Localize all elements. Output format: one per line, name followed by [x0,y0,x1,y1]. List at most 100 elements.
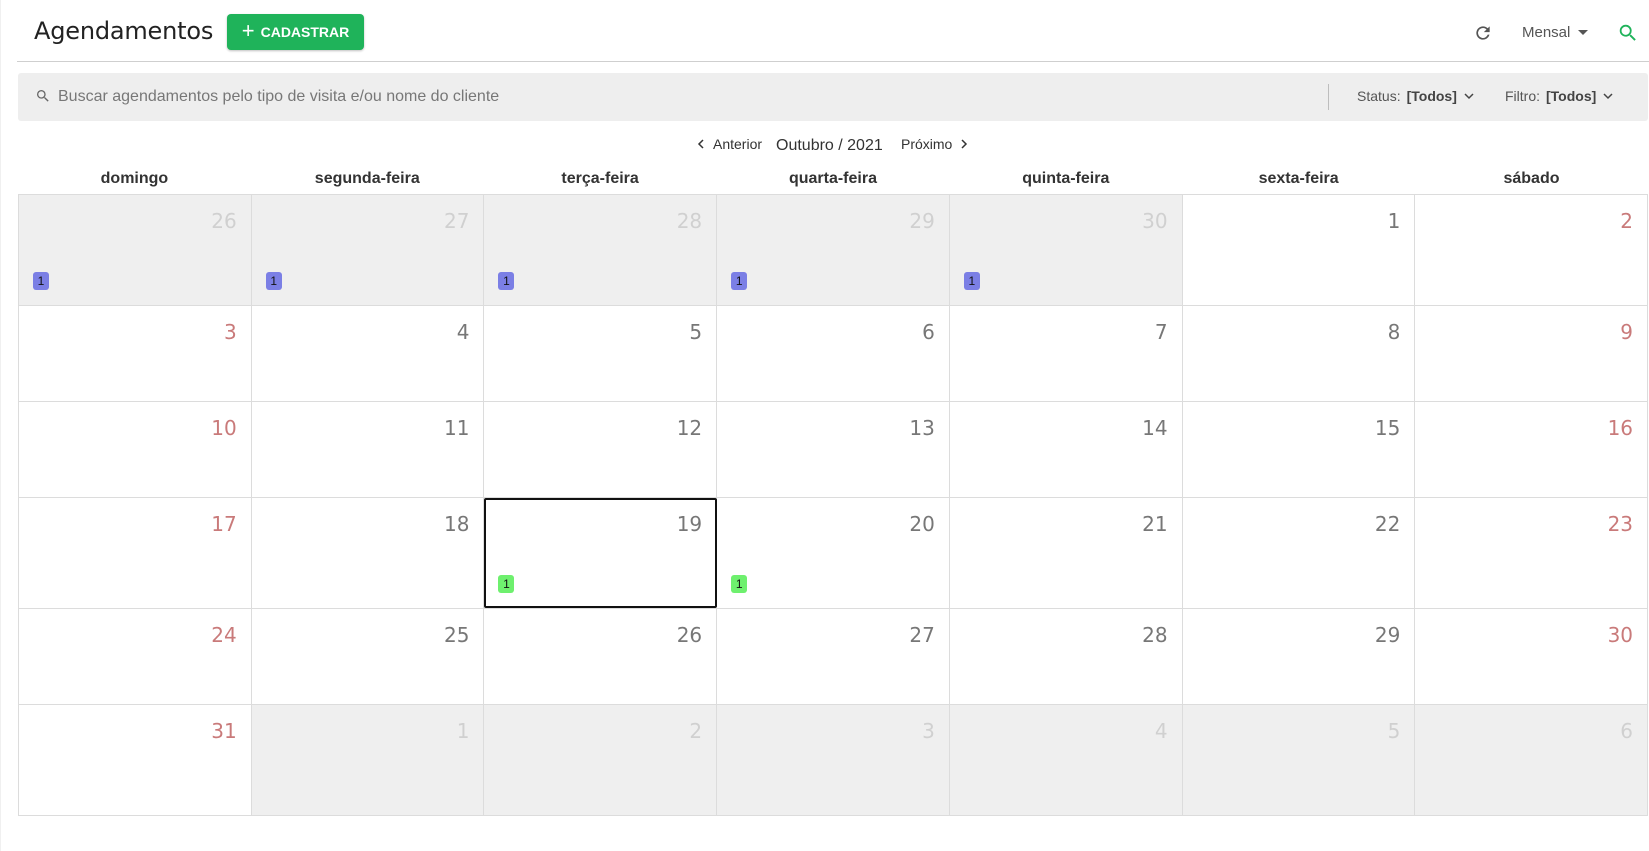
weekday-header: sexta-feira [1258,170,1339,187]
calendar-day-cell[interactable]: 18 [251,498,485,608]
month-calendar: domingo segunda-feira terça-feira quarta-fe… [18,168,1649,816]
calendar-day-cell[interactable]: 5 [484,306,718,401]
search-icon [1619,24,1636,41]
view-mode-select[interactable]: Mensal [1522,22,1589,42]
day-number: 28 [676,209,703,233]
calendar-day-cell[interactable]: 29 [1182,609,1416,704]
add-button-label: CADASTRAR [260,24,350,40]
filter-dropdown[interactable]: Filtro: [Todos] [1505,88,1614,104]
calendar-day-cell[interactable]: 13 [717,402,950,497]
next-month-label: Próximo [901,136,953,152]
day-number: 26 [676,623,703,647]
appointment-count-badge[interactable]: 1 [731,272,748,290]
search-input[interactable] [58,85,1308,109]
search-bar: Status: [Todos] Filtro: [Todos] [18,73,1648,121]
calendar-day-cell[interactable]: 7 [949,306,1183,401]
calendar-day-cell-today[interactable]: 19 1 [484,498,718,608]
calendar-day-cell[interactable]: 12 [484,402,718,497]
filter-label: Filtro: [1505,88,1540,104]
appointment-count-badge[interactable]: 1 [33,272,49,290]
status-filter-dropdown[interactable]: Status: [Todos] [1357,88,1475,104]
day-number: 3 [922,719,935,743]
calendar-grid: 26 1 27 1 28 1 29 1 30 1 1 2 3 4 5 6 7 8 9 10 11 12 13 14 15 16 17… [18,194,1649,816]
day-number: 23 [1607,512,1634,536]
status-filter-value: [Todos] [1406,88,1457,104]
calendar-day-cell[interactable]: 4 [251,306,485,401]
day-number: 3 [223,320,237,344]
calendar-day-cell[interactable]: 26 1 [19,195,252,305]
calendar-day-cell[interactable]: 9 [1415,306,1649,401]
previous-month-button[interactable]: Anterior [695,136,762,152]
calendar-week-row: 10 11 12 13 14 15 16 [19,402,1649,498]
calendar-day-cell[interactable]: 11 [251,402,485,497]
day-number: 19 [676,512,703,536]
day-number: 5 [689,320,703,344]
calendar-day-cell[interactable]: 21 [949,498,1183,608]
calendar-day-cell[interactable]: 22 [1182,498,1416,608]
day-number: 17 [211,512,237,536]
status-filter-label: Status: [1357,88,1401,104]
appointment-count-badge[interactable]: 1 [498,575,515,593]
calendar-day-cell[interactable]: 28 1 [484,195,718,305]
appointment-count-badge[interactable]: 1 [265,272,282,290]
day-number: 8 [1387,320,1401,344]
calendar-day-cell[interactable]: 16 [1415,402,1649,497]
day-number: 24 [211,623,237,647]
day-number: 14 [1142,416,1168,440]
calendar-day-cell[interactable]: 2 [484,705,718,815]
day-number: 18 [443,512,470,536]
refresh-icon [1476,26,1490,40]
search-button[interactable] [1615,20,1641,46]
day-number: 27 [909,623,935,647]
calendar-day-cell[interactable]: 5 [1182,705,1416,815]
calendar-day-cell[interactable]: 23 [1415,498,1649,608]
calendar-day-cell[interactable]: 4 [949,705,1183,815]
calendar-day-cell[interactable]: 25 [251,609,485,704]
calendar-day-cell[interactable]: 27 [717,609,950,704]
appointment-count-badge[interactable]: 1 [498,272,515,290]
filter-value: [Todos] [1546,88,1597,104]
plus-icon: + [241,18,255,43]
calendar-week-row: 26 1 27 1 28 1 29 1 30 1 1 2 [19,195,1649,306]
calendar-day-cell[interactable]: 15 [1182,402,1416,497]
calendar-day-cell[interactable]: 30 [1415,609,1649,704]
day-number: 31 [211,719,237,743]
calendar-day-cell[interactable]: 28 [949,609,1183,704]
day-number: 30 [1142,209,1168,233]
page-title: Agendamentos [34,17,214,45]
calendar-day-cell[interactable]: 26 [484,609,718,704]
calendar-day-cell[interactable]: 1 [1182,195,1416,305]
calendar-day-cell[interactable]: 8 [1182,306,1416,401]
appointment-count-badge[interactable]: 1 [963,272,980,290]
next-month-button[interactable]: Próximo [901,136,970,152]
calendar-day-cell[interactable]: 6 [1415,705,1649,815]
chevron-right-icon [961,139,968,149]
weekday-header-row: domingo segunda-feira terça-feira quarta-fe… [18,168,1648,194]
day-number: 4 [456,320,470,344]
calendar-day-cell[interactable]: 29 1 [717,195,950,305]
left-edge-rule [0,0,1,851]
calendar-day-cell[interactable]: 20 1 [717,498,950,608]
day-number: 30 [1607,623,1634,647]
calendar-day-cell[interactable]: 1 [251,705,485,815]
refresh-button[interactable] [1470,20,1496,46]
chevron-down-icon [1464,93,1474,100]
calendar-day-cell[interactable]: 3 [19,306,252,401]
page-header: Agendamentos + CADASTRAR Mensal [17,0,1649,62]
add-appointment-button[interactable]: + CADASTRAR [227,14,364,50]
calendar-day-cell[interactable]: 30 1 [949,195,1183,305]
calendar-day-cell[interactable]: 24 [19,609,252,704]
calendar-day-cell[interactable]: 6 [717,306,950,401]
day-number: 27 [443,209,470,233]
calendar-day-cell[interactable]: 2 [1415,195,1649,305]
day-number: 29 [909,209,935,233]
calendar-day-cell[interactable]: 17 [19,498,252,608]
day-number: 16 [1607,416,1634,440]
calendar-day-cell[interactable]: 31 [19,705,252,815]
appointment-count-badge[interactable]: 1 [731,575,748,593]
calendar-day-cell[interactable]: 10 [19,402,252,497]
calendar-day-cell[interactable]: 3 [717,705,950,815]
calendar-day-cell[interactable]: 14 [949,402,1183,497]
calendar-day-cell[interactable]: 27 1 [251,195,485,305]
weekday-header: terça-feira [561,170,639,187]
